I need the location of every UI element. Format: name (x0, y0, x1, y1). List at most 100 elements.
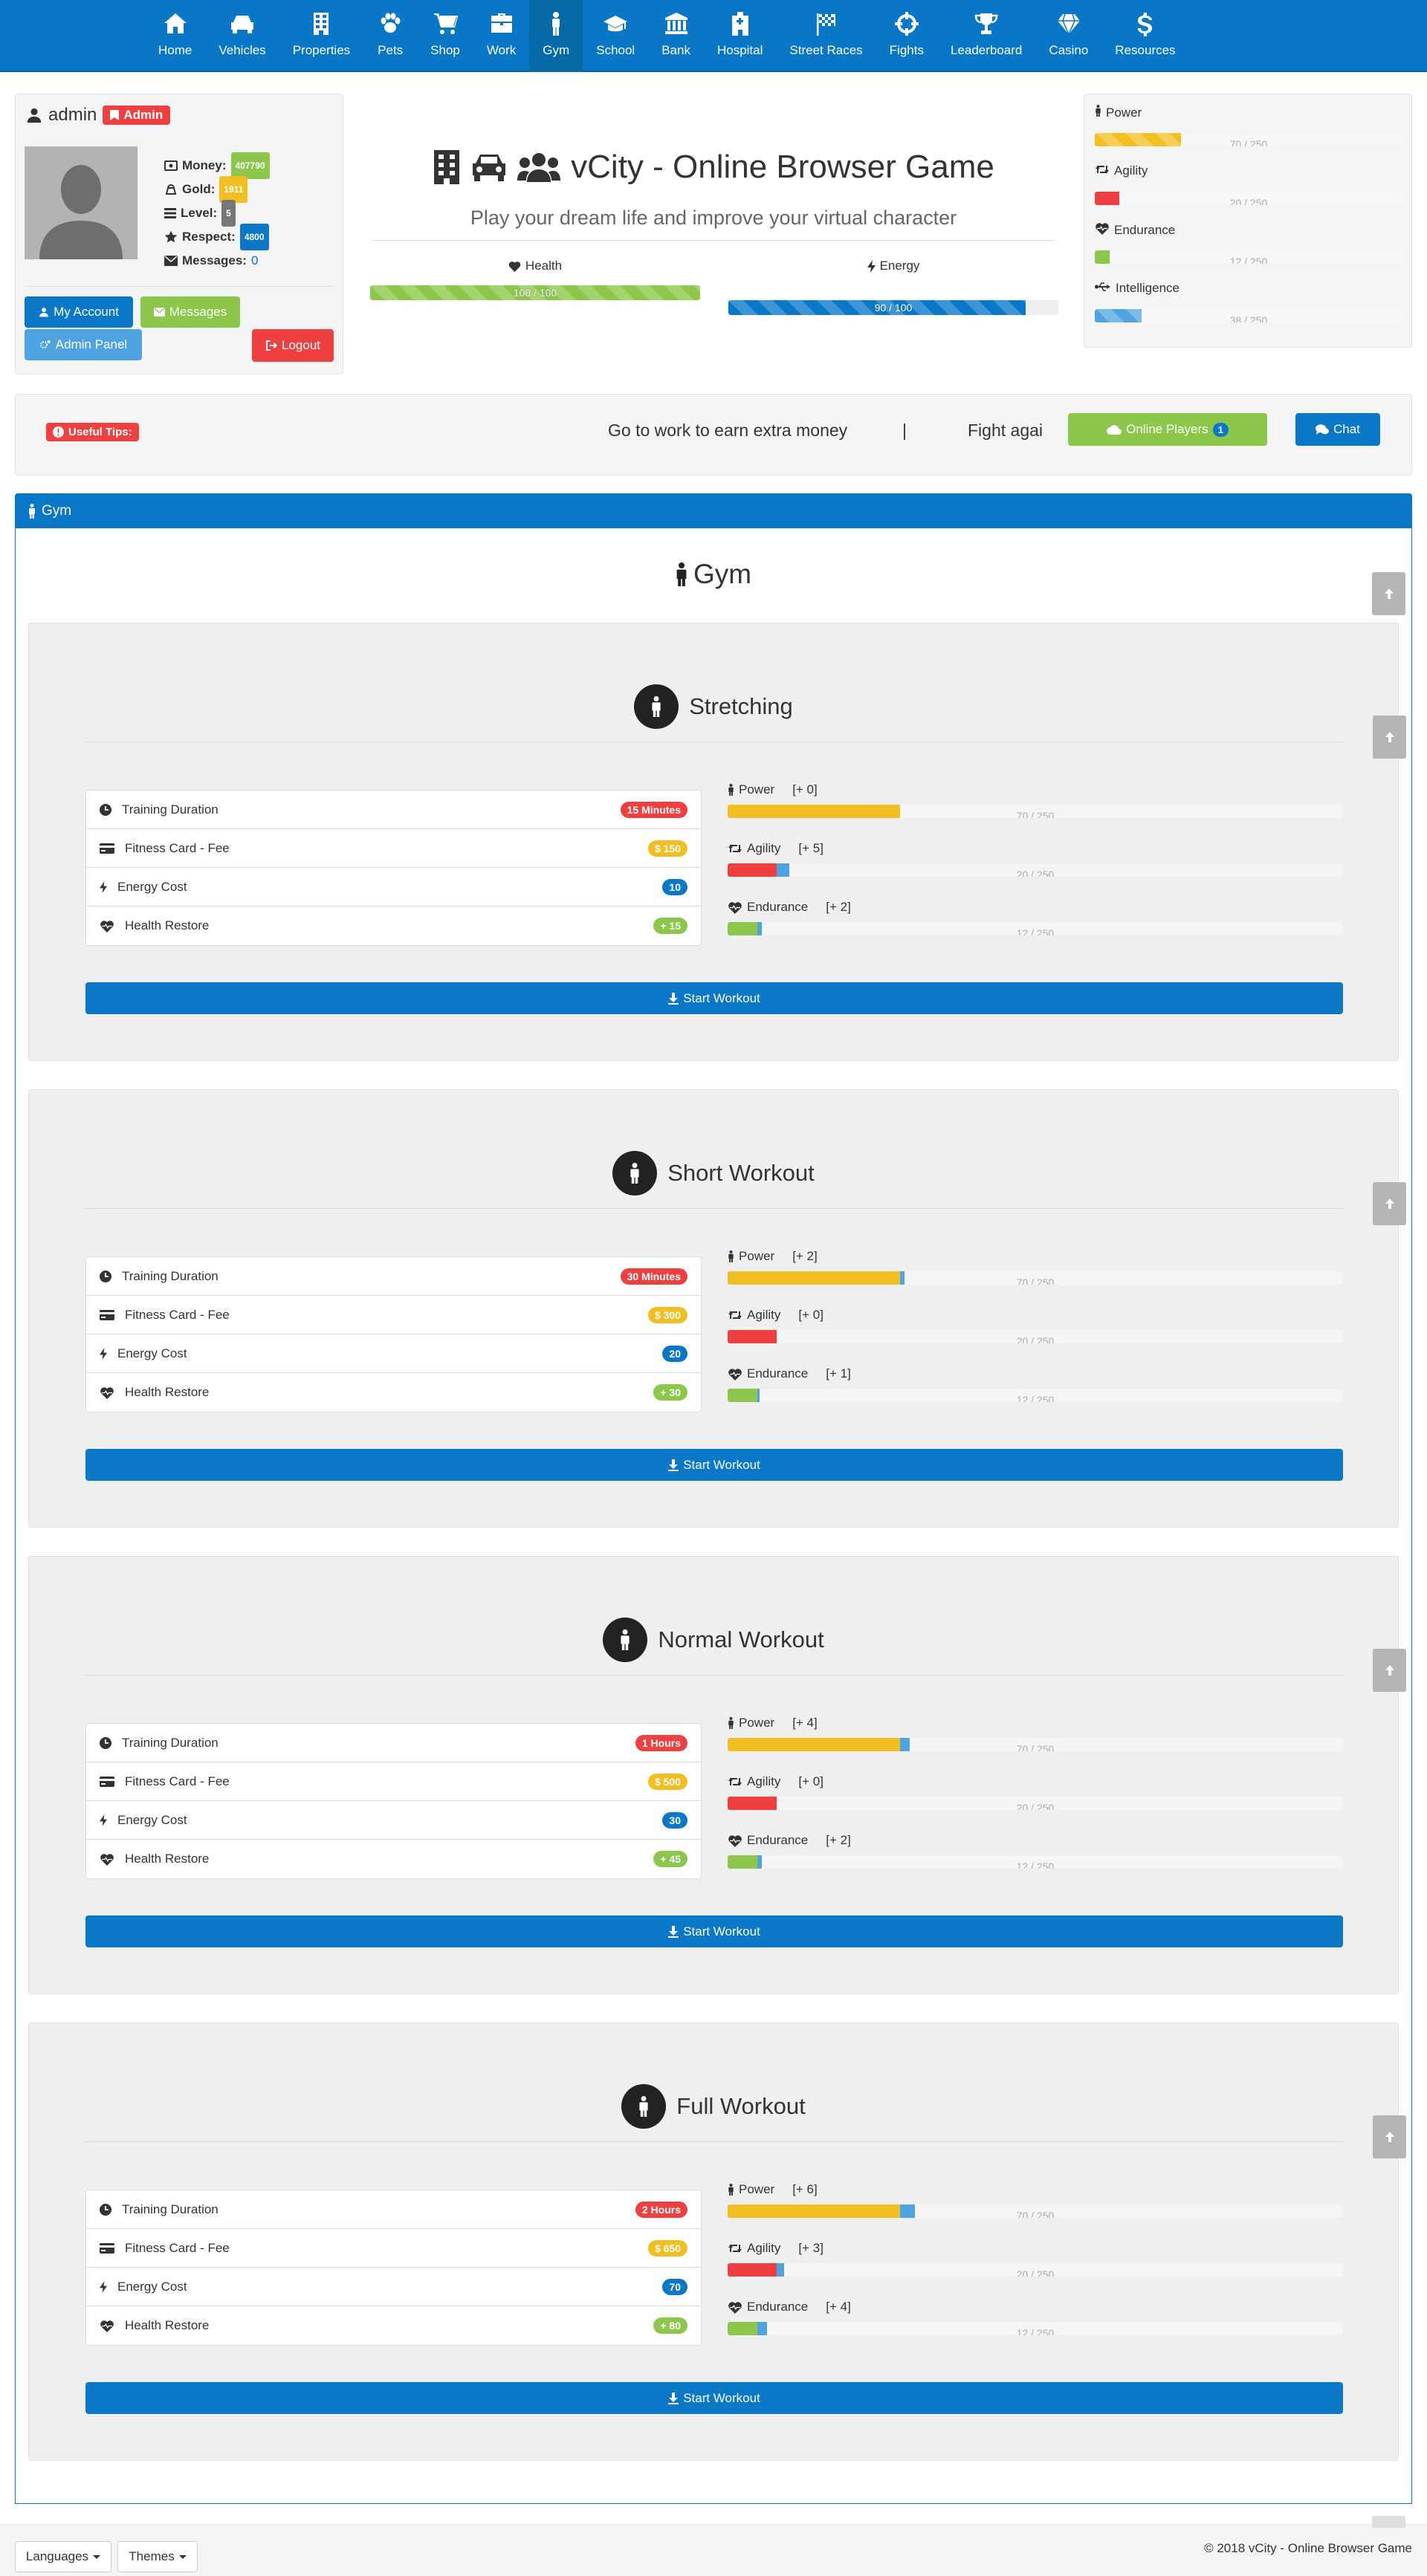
nav-item-vehicles[interactable]: Vehicles (205, 0, 279, 72)
nav-item-label: Home (158, 43, 192, 57)
list-item: Health Restore + 30 (86, 1373, 701, 1412)
list-item-label: Health Restore (125, 1852, 210, 1866)
heart-icon (508, 261, 521, 272)
list-item: Energy Cost 30 (86, 1801, 701, 1840)
stat-name: Agility (747, 1774, 781, 1788)
nav-item-gym[interactable]: Gym (529, 0, 583, 72)
attribute-label-text: Power (1106, 105, 1142, 120)
heartbeat-icon (1095, 222, 1110, 239)
arrow-up-icon (1383, 730, 1397, 744)
attribute-bar-text: 20 / 250 (1229, 197, 1268, 205)
nav-item-hospital[interactable]: Hospital (704, 0, 776, 72)
stat-name: Agility (747, 1308, 781, 1322)
health-bar: 100 / 100 (370, 285, 700, 300)
list-item-label: Training Duration (122, 802, 219, 817)
workout-divider (85, 2141, 1343, 2142)
workout-title-text: Full Workout (676, 2093, 806, 2119)
nav-item-leaderboard[interactable]: Leaderboard (937, 0, 1035, 72)
nav-item-label: Work (486, 43, 517, 57)
list-item: Fitness Card - Fee $ 650 (86, 2229, 701, 2268)
stat-name: Endurance (747, 900, 809, 914)
scroll-top-button[interactable] (1373, 1182, 1406, 1225)
nav-item-shop[interactable]: Shop (417, 0, 473, 72)
scroll-top-button[interactable] (1372, 572, 1405, 615)
caret-down-icon (93, 2554, 101, 2559)
retweet-icon (728, 2243, 742, 2254)
messages-button[interactable]: Messages (140, 296, 240, 328)
trophy-icon (973, 10, 1000, 37)
male-icon (728, 1717, 734, 1729)
workout-details-list: Training Duration 15 Minutes Fitness Card … (85, 790, 702, 946)
nav-item-school[interactable]: School (583, 0, 648, 72)
scroll-top-button[interactable] (1373, 1649, 1406, 1692)
nav-item-fights[interactable]: Fights (876, 0, 937, 72)
stat-endurance: Endurance [+ 2] 12 / 250 (728, 1832, 1343, 1869)
bolt-icon (100, 880, 107, 893)
scroll-top-button[interactable] (1373, 716, 1406, 759)
nav-item-resources[interactable]: Resources (1101, 0, 1188, 72)
online-players-button[interactable]: Online Players 1 (1068, 413, 1267, 446)
respect-value: 4800 (239, 224, 269, 250)
stat-bar-text: 70 / 250 (1016, 1276, 1055, 1285)
scroll-top-button[interactable] (1373, 2115, 1406, 2158)
male-icon (29, 503, 35, 519)
duration-badge: 2 Hours (635, 2201, 687, 2218)
stat-bar-text: 20 / 250 (1016, 1335, 1055, 1343)
nav-item-properties[interactable]: Properties (279, 0, 363, 72)
languages-dropdown[interactable]: Languages (15, 2541, 111, 2572)
nav-item-home[interactable]: Home (145, 0, 205, 72)
stat-label: Agility [+ 0] (728, 1773, 1343, 1791)
start-workout-button[interactable]: Start Workout (85, 982, 1343, 1014)
workout-stretching: Stretching Training Duration 15 Minutes Fit… (28, 623, 1406, 1061)
messages-count[interactable]: 0 (251, 249, 258, 273)
nav-item-pets[interactable]: Pets (363, 0, 417, 72)
game-subtitle: Play your dream life and improve your vi… (470, 207, 957, 229)
list-item: Energy Cost 10 (86, 868, 701, 906)
nav-item-label: Shop (430, 43, 460, 57)
fee-badge: $ 300 (647, 1306, 687, 1323)
stat-bar: 70 / 250 (728, 1271, 1343, 1285)
stat-label: Endurance [+ 4] (728, 2298, 1343, 2316)
nav-item-street-races[interactable]: Street Races (776, 0, 876, 72)
my-account-button[interactable]: My Account (25, 296, 133, 328)
level-value: 5 (221, 200, 236, 227)
stat-name: Agility (747, 841, 781, 855)
bolt-icon (100, 2280, 107, 2293)
logout-button[interactable]: Logout (252, 329, 334, 362)
stat-gain: [+ 6] (792, 2182, 818, 2196)
energy-label: Energy (728, 259, 1058, 273)
themes-dropdown[interactable]: Themes (117, 2541, 198, 2572)
gold-icon (165, 184, 177, 195)
building-icon (308, 10, 334, 37)
stat-bar: 70 / 250 (728, 805, 1343, 818)
stat-name: Power (739, 782, 775, 797)
sign-out-icon (266, 340, 277, 351)
list-item: Training Duration 15 Minutes (86, 791, 701, 829)
stat-gain: [+ 2] (826, 1833, 851, 1847)
male-icon (621, 2084, 667, 2129)
nav-item-casino[interactable]: Casino (1035, 0, 1101, 72)
stat-bar: 20 / 250 (728, 2263, 1343, 2277)
workout-details-list: Training Duration 30 Minutes Fitness Card … (85, 1256, 702, 1412)
start-workout-label: Start Workout (683, 990, 760, 1005)
workout-details-list: Training Duration 1 Hours Fitness Card - F… (85, 1723, 702, 1879)
arrow-up-icon (1383, 1664, 1397, 1677)
start-workout-button[interactable]: Start Workout (85, 2382, 1343, 2414)
duration-badge: 30 Minutes (620, 1268, 687, 1285)
stat-power: Power [+ 6] 70 / 250 (728, 2181, 1343, 2218)
stat-power: Power [+ 2] 70 / 250 (728, 1248, 1343, 1285)
tip-separator: | (902, 421, 907, 440)
chat-button[interactable]: Chat (1295, 413, 1380, 446)
start-workout-button[interactable]: Start Workout (85, 1449, 1343, 1481)
nav-item-bank[interactable]: Bank (648, 0, 704, 72)
username[interactable]: admin (48, 105, 97, 126)
stat-gain: [+ 3] (798, 2241, 823, 2255)
footer-scroll-top-button[interactable] (1372, 2516, 1405, 2528)
workout-title: Full Workout (29, 2084, 1398, 2129)
nav-item-work[interactable]: Work (473, 0, 529, 72)
workout-title: Stretching (29, 684, 1398, 729)
start-workout-button[interactable]: Start Workout (85, 1915, 1343, 1947)
user-icon (27, 108, 42, 123)
admin-panel-button[interactable]: Admin Panel (25, 329, 142, 360)
attribute-bar-text: 38 / 250 (1229, 314, 1268, 322)
